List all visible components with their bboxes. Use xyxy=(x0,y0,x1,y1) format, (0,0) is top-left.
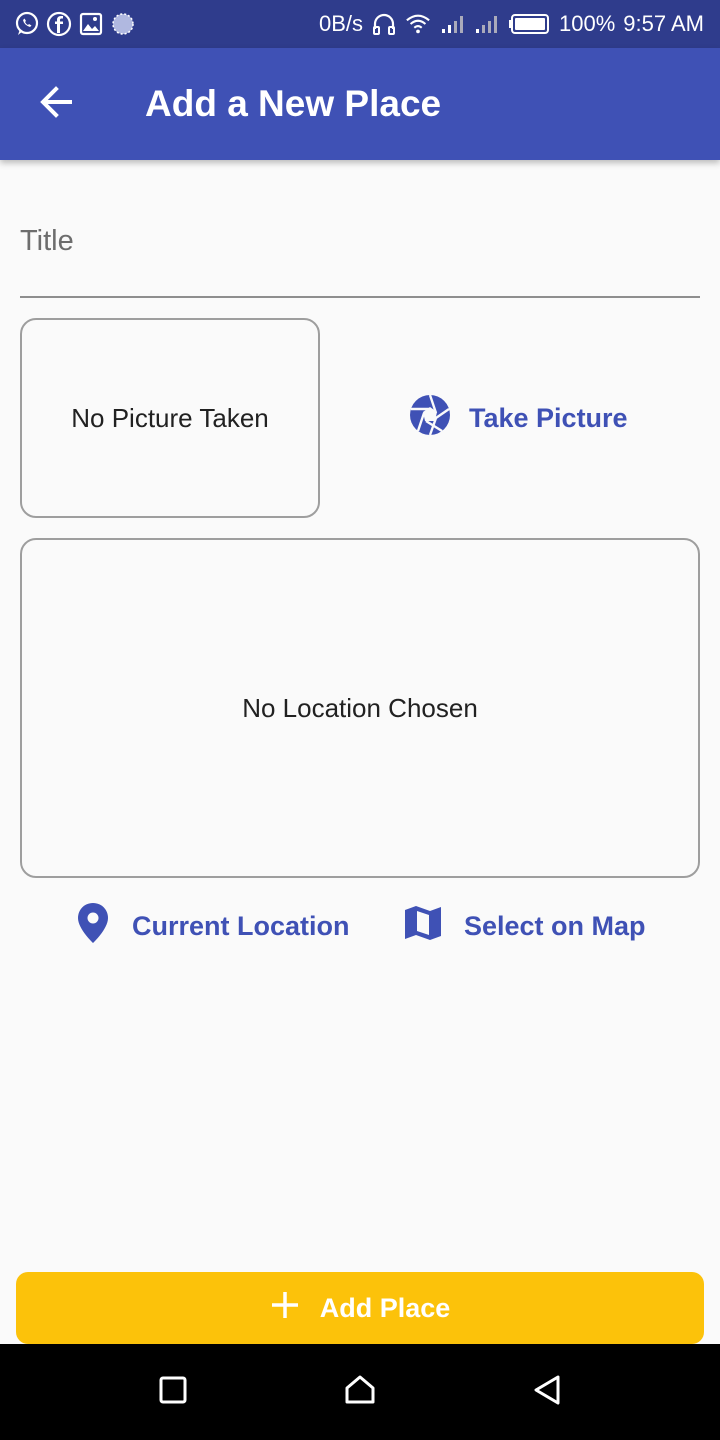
location-pin-icon xyxy=(76,902,110,951)
battery-percent: 100% xyxy=(559,11,616,36)
select-on-map-button[interactable]: Select on Map xyxy=(404,890,646,962)
location-preview: No Location Chosen xyxy=(20,538,700,878)
camera-shutter-icon xyxy=(409,394,451,443)
whatsapp-icon xyxy=(14,11,40,37)
system-nav-bar xyxy=(0,1344,720,1440)
signal-icon xyxy=(439,11,465,37)
take-picture-label: Take Picture xyxy=(469,402,628,433)
status-bar: 0B/s 100% 9:57 AM xyxy=(0,0,720,48)
title-input[interactable] xyxy=(20,216,700,266)
signal-icon xyxy=(473,11,499,37)
battery-icon xyxy=(507,11,551,37)
spinner-icon xyxy=(110,11,136,37)
facebook-icon xyxy=(46,11,72,37)
wifi-icon xyxy=(405,11,431,37)
add-place-button[interactable]: Add Place xyxy=(16,1272,704,1344)
network-speed: 0B/s xyxy=(318,11,363,36)
system-status: 0B/s 100% 9:57 AM xyxy=(319,11,704,37)
home-icon xyxy=(344,1374,376,1411)
title-field[interactable] xyxy=(20,200,700,298)
plus-icon xyxy=(270,1290,300,1327)
map-icon xyxy=(404,904,442,949)
current-location-button[interactable]: Current Location xyxy=(76,890,350,962)
recents-icon xyxy=(158,1375,188,1410)
picture-placeholder-text: No Picture Taken xyxy=(71,402,269,433)
location-placeholder-text: No Location Chosen xyxy=(242,692,478,723)
clock: 9:57 AM xyxy=(623,11,704,36)
back-nav-button[interactable] xyxy=(517,1362,577,1422)
current-location-label: Current Location xyxy=(132,910,350,941)
arrow-back-icon xyxy=(38,84,74,125)
notification-icons xyxy=(14,11,136,37)
page-title: Add a New Place xyxy=(145,83,442,124)
recents-button[interactable] xyxy=(143,1362,203,1422)
back-triangle-icon xyxy=(532,1374,562,1411)
headset-icon xyxy=(371,11,397,37)
take-picture-button[interactable]: Take Picture xyxy=(395,380,642,456)
gallery-icon xyxy=(78,11,104,37)
back-button[interactable] xyxy=(24,72,88,136)
home-button[interactable] xyxy=(330,1362,390,1422)
add-place-label: Add Place xyxy=(319,1292,451,1323)
select-on-map-label: Select on Map xyxy=(464,910,646,941)
picture-preview: No Picture Taken xyxy=(20,318,320,518)
app-bar: Add a New Place xyxy=(0,48,720,160)
